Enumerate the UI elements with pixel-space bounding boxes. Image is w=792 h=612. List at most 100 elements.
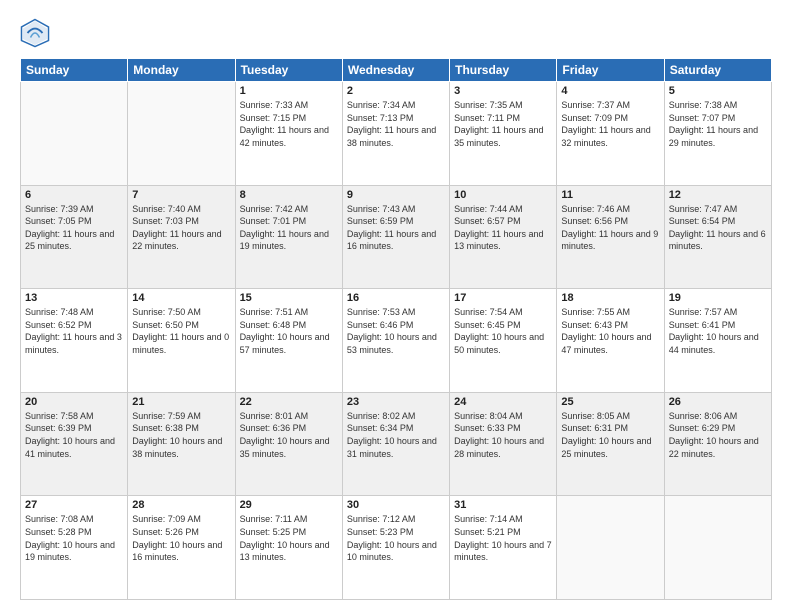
day-number: 31 (454, 499, 552, 511)
calendar-week-5: 27Sunrise: 7:08 AM Sunset: 5:28 PM Dayli… (21, 496, 772, 600)
day-number: 26 (669, 396, 767, 408)
calendar-week-1: 1 Sunrise: 7:33 AM Sunset: 7:15 PM Daylig… (21, 82, 772, 186)
day-number: 15 (240, 292, 338, 304)
day-number: 23 (347, 396, 445, 408)
day-info: Sunrise: 7:33 AM Sunset: 7:15 PM Dayligh… (240, 99, 338, 149)
calendar-header-tuesday: Tuesday (235, 59, 342, 82)
calendar-cell: 30Sunrise: 7:12 AM Sunset: 5:23 PM Dayli… (342, 496, 449, 600)
calendar-header-row: SundayMondayTuesdayWednesdayThursdayFrid… (21, 59, 772, 82)
calendar-cell: 1 Sunrise: 7:33 AM Sunset: 7:15 PM Daylig… (235, 82, 342, 186)
day-number: 19 (669, 292, 767, 304)
calendar-header-friday: Friday (557, 59, 664, 82)
calendar-cell: 15 Sunrise: 7:51 AM Sunset: 6:48 PM Dayli… (235, 289, 342, 393)
page: SundayMondayTuesdayWednesdayThursdayFrid… (0, 0, 792, 612)
calendar-cell: 11 Sunrise: 7:46 AM Sunset: 6:56 PM Dayli… (557, 185, 664, 289)
calendar-cell: 31 Sunrise: 7:14 AM Sunset: 5:21 PM Dayli… (450, 496, 557, 600)
calendar-week-4: 20 Sunrise: 7:58 AM Sunset: 6:39 PM Dayli… (21, 392, 772, 496)
day-info: Sunrise: 7:35 AM Sunset: 7:11 PM Dayligh… (454, 99, 552, 149)
day-info: Sunrise: 7:48 AM Sunset: 6:52 PM Dayligh… (25, 306, 123, 356)
calendar-cell: 8Sunrise: 7:42 AM Sunset: 7:01 PM Daylig… (235, 185, 342, 289)
day-number: 16 (347, 292, 445, 304)
calendar-cell: 7 Sunrise: 7:40 AM Sunset: 7:03 PM Daylig… (128, 185, 235, 289)
day-number: 29 (240, 499, 338, 511)
day-number: 1 (240, 85, 338, 97)
day-info: Sunrise: 7:59 AM Sunset: 6:38 PM Dayligh… (132, 410, 230, 460)
calendar-cell: 28 Sunrise: 7:09 AM Sunset: 5:26 PM Dayli… (128, 496, 235, 600)
day-number: 3 (454, 85, 552, 97)
day-info: Sunrise: 7:58 AM Sunset: 6:39 PM Dayligh… (25, 410, 123, 460)
day-number: 4 (561, 85, 659, 97)
day-number: 8 (240, 189, 338, 201)
calendar-cell: 6 Sunrise: 7:39 AM Sunset: 7:05 PM Daylig… (21, 185, 128, 289)
day-info: Sunrise: 8:01 AM Sunset: 6:36 PM Dayligh… (240, 410, 338, 460)
day-info: Sunrise: 7:51 AM Sunset: 6:48 PM Dayligh… (240, 306, 338, 356)
calendar-cell: 25Sunrise: 8:05 AM Sunset: 6:31 PM Dayli… (557, 392, 664, 496)
calendar-cell: 20 Sunrise: 7:58 AM Sunset: 6:39 PM Dayli… (21, 392, 128, 496)
day-number: 6 (25, 189, 123, 201)
day-number: 14 (132, 292, 230, 304)
calendar-header-wednesday: Wednesday (342, 59, 449, 82)
calendar-cell: 16 Sunrise: 7:53 AM Sunset: 6:46 PM Dayli… (342, 289, 449, 393)
calendar-cell: 18 Sunrise: 7:55 AM Sunset: 6:43 PM Dayli… (557, 289, 664, 393)
calendar-cell (128, 82, 235, 186)
calendar-cell (557, 496, 664, 600)
calendar-header-monday: Monday (128, 59, 235, 82)
calendar-cell: 23 Sunrise: 8:02 AM Sunset: 6:34 PM Dayli… (342, 392, 449, 496)
header (20, 18, 772, 48)
day-info: Sunrise: 7:50 AM Sunset: 6:50 PM Dayligh… (132, 306, 230, 356)
day-number: 7 (132, 189, 230, 201)
day-info: Sunrise: 7:34 AM Sunset: 7:13 PM Dayligh… (347, 99, 445, 149)
day-number: 2 (347, 85, 445, 97)
day-number: 28 (132, 499, 230, 511)
calendar-cell: 2 Sunrise: 7:34 AM Sunset: 7:13 PM Daylig… (342, 82, 449, 186)
calendar-cell: 12Sunrise: 7:47 AM Sunset: 6:54 PM Dayli… (664, 185, 771, 289)
calendar-header-saturday: Saturday (664, 59, 771, 82)
day-info: Sunrise: 7:40 AM Sunset: 7:03 PM Dayligh… (132, 203, 230, 253)
calendar-cell: 21Sunrise: 7:59 AM Sunset: 6:38 PM Dayli… (128, 392, 235, 496)
calendar-cell: 3 Sunrise: 7:35 AM Sunset: 7:11 PM Daylig… (450, 82, 557, 186)
calendar-cell: 29 Sunrise: 7:11 AM Sunset: 5:25 PM Dayli… (235, 496, 342, 600)
day-info: Sunrise: 7:38 AM Sunset: 7:07 PM Dayligh… (669, 99, 767, 149)
day-info: Sunrise: 7:55 AM Sunset: 6:43 PM Dayligh… (561, 306, 659, 356)
day-number: 11 (561, 189, 659, 201)
day-info: Sunrise: 7:12 AM Sunset: 5:23 PM Dayligh… (347, 513, 445, 563)
day-info: Sunrise: 8:02 AM Sunset: 6:34 PM Dayligh… (347, 410, 445, 460)
calendar-week-2: 6 Sunrise: 7:39 AM Sunset: 7:05 PM Daylig… (21, 185, 772, 289)
day-number: 9 (347, 189, 445, 201)
day-number: 20 (25, 396, 123, 408)
calendar-cell: 22 Sunrise: 8:01 AM Sunset: 6:36 PM Dayli… (235, 392, 342, 496)
calendar-cell: 26Sunrise: 8:06 AM Sunset: 6:29 PM Dayli… (664, 392, 771, 496)
calendar-cell: 27Sunrise: 7:08 AM Sunset: 5:28 PM Dayli… (21, 496, 128, 600)
calendar-cell: 13 Sunrise: 7:48 AM Sunset: 6:52 PM Dayli… (21, 289, 128, 393)
calendar-cell: 19 Sunrise: 7:57 AM Sunset: 6:41 PM Dayli… (664, 289, 771, 393)
day-info: Sunrise: 7:11 AM Sunset: 5:25 PM Dayligh… (240, 513, 338, 563)
calendar-header-thursday: Thursday (450, 59, 557, 82)
day-info: Sunrise: 7:57 AM Sunset: 6:41 PM Dayligh… (669, 306, 767, 356)
day-info: Sunrise: 7:47 AM Sunset: 6:54 PM Dayligh… (669, 203, 767, 253)
calendar-cell: 4 Sunrise: 7:37 AM Sunset: 7:09 PM Daylig… (557, 82, 664, 186)
calendar-cell: 17Sunrise: 7:54 AM Sunset: 6:45 PM Dayli… (450, 289, 557, 393)
day-number: 22 (240, 396, 338, 408)
day-number: 10 (454, 189, 552, 201)
logo-icon (20, 18, 50, 48)
day-number: 24 (454, 396, 552, 408)
day-number: 18 (561, 292, 659, 304)
day-info: Sunrise: 7:14 AM Sunset: 5:21 PM Dayligh… (454, 513, 552, 563)
day-info: Sunrise: 7:39 AM Sunset: 7:05 PM Dayligh… (25, 203, 123, 253)
calendar-cell (21, 82, 128, 186)
day-info: Sunrise: 7:43 AM Sunset: 6:59 PM Dayligh… (347, 203, 445, 253)
calendar-week-3: 13 Sunrise: 7:48 AM Sunset: 6:52 PM Dayli… (21, 289, 772, 393)
calendar-cell: 10 Sunrise: 7:44 AM Sunset: 6:57 PM Dayli… (450, 185, 557, 289)
day-info: Sunrise: 7:46 AM Sunset: 6:56 PM Dayligh… (561, 203, 659, 253)
day-number: 27 (25, 499, 123, 511)
calendar: SundayMondayTuesdayWednesdayThursdayFrid… (20, 58, 772, 600)
day-info: Sunrise: 7:09 AM Sunset: 5:26 PM Dayligh… (132, 513, 230, 563)
day-info: Sunrise: 7:37 AM Sunset: 7:09 PM Dayligh… (561, 99, 659, 149)
day-info: Sunrise: 7:44 AM Sunset: 6:57 PM Dayligh… (454, 203, 552, 253)
day-number: 13 (25, 292, 123, 304)
day-number: 5 (669, 85, 767, 97)
day-info: Sunrise: 7:53 AM Sunset: 6:46 PM Dayligh… (347, 306, 445, 356)
calendar-cell: 9 Sunrise: 7:43 AM Sunset: 6:59 PM Daylig… (342, 185, 449, 289)
day-info: Sunrise: 8:04 AM Sunset: 6:33 PM Dayligh… (454, 410, 552, 460)
day-info: Sunrise: 8:05 AM Sunset: 6:31 PM Dayligh… (561, 410, 659, 460)
